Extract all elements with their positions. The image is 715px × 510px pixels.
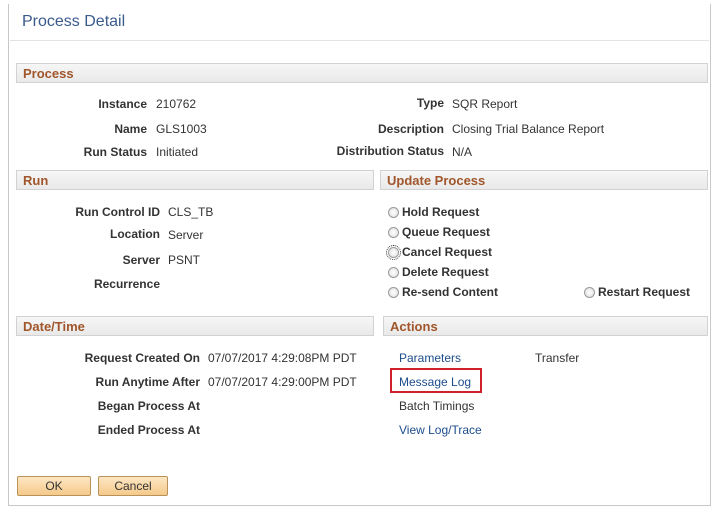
ok-button[interactable]: OK <box>17 476 91 496</box>
description-value: Closing Trial Balance Report <box>452 122 605 136</box>
cancel-button[interactable]: Cancel <box>98 476 168 496</box>
transfer-text: Transfer <box>535 351 580 365</box>
distribution-status-label: Distribution Status <box>336 144 444 158</box>
radio-button-icon <box>388 266 399 278</box>
update-process-section-header: Update Process <box>380 170 708 190</box>
distribution-status-value: N/A <box>452 145 473 159</box>
type-label: Type <box>416 96 444 110</box>
page-title: Process Detail <box>22 13 126 30</box>
run-anytime-value: 07/07/2017 4:29:00PM PDT <box>208 375 357 389</box>
title-divider <box>10 40 709 41</box>
process-section-header: Process <box>16 63 708 83</box>
location-value: Server <box>168 228 204 242</box>
radio-button-icon <box>388 286 399 298</box>
server-label: Server <box>122 253 160 267</box>
request-created-value: 07/07/2017 4:29:08PM PDT <box>208 351 357 365</box>
instance-label: Instance <box>98 97 147 111</box>
cancel-request-radio[interactable]: Cancel Request <box>386 244 493 260</box>
name-label: Name <box>114 122 147 136</box>
restart-request-radio[interactable]: Restart Request <box>584 285 690 299</box>
instance-value: 210762 <box>156 97 197 111</box>
hold-request-radio[interactable]: Hold Request <box>388 205 479 219</box>
radio-button-icon <box>386 244 401 260</box>
server-value: PSNT <box>168 253 201 267</box>
request-created-label: Request Created On <box>84 351 200 365</box>
began-process-label: Began Process At <box>97 399 200 413</box>
location-label: Location <box>110 227 160 241</box>
ended-process-label: Ended Process At <box>97 423 200 437</box>
run-status-label: Run Status <box>83 145 147 159</box>
parameters-link[interactable]: Parameters <box>399 351 461 365</box>
run-anytime-label: Run Anytime After <box>95 375 200 389</box>
run-control-id-value: CLS_TB <box>168 205 214 219</box>
run-control-id-label: Run Control ID <box>75 205 160 219</box>
radio-button-icon <box>388 206 399 218</box>
recurrence-label: Recurrence <box>93 277 160 291</box>
restart-request-label: Restart Request <box>598 285 691 299</box>
radio-button-icon <box>388 226 399 238</box>
queue-request-radio[interactable]: Queue Request <box>388 225 490 239</box>
run-status-value: Initiated <box>156 145 199 159</box>
resend-content-radio[interactable]: Re-send Content <box>388 285 498 299</box>
queue-request-label: Queue Request <box>402 225 491 239</box>
view-log-trace-link[interactable]: View Log/Trace <box>399 423 482 437</box>
name-value: GLS1003 <box>156 122 207 136</box>
batch-timings-text: Batch Timings <box>399 399 475 413</box>
delete-request-label: Delete Request <box>402 265 489 279</box>
resend-content-label: Re-send Content <box>402 285 498 299</box>
hold-request-label: Hold Request <box>402 205 480 219</box>
message-log-link[interactable]: Message Log <box>399 375 471 389</box>
description-label: Description <box>377 122 444 136</box>
radio-button-icon <box>584 286 595 298</box>
delete-request-radio[interactable]: Delete Request <box>388 265 489 279</box>
actions-section-header: Actions <box>383 316 708 336</box>
type-value: SQR Report <box>452 97 518 111</box>
datetime-section-header: Date/Time <box>16 316 374 336</box>
run-section-header: Run <box>16 170 374 190</box>
cancel-request-label: Cancel Request <box>402 245 493 259</box>
